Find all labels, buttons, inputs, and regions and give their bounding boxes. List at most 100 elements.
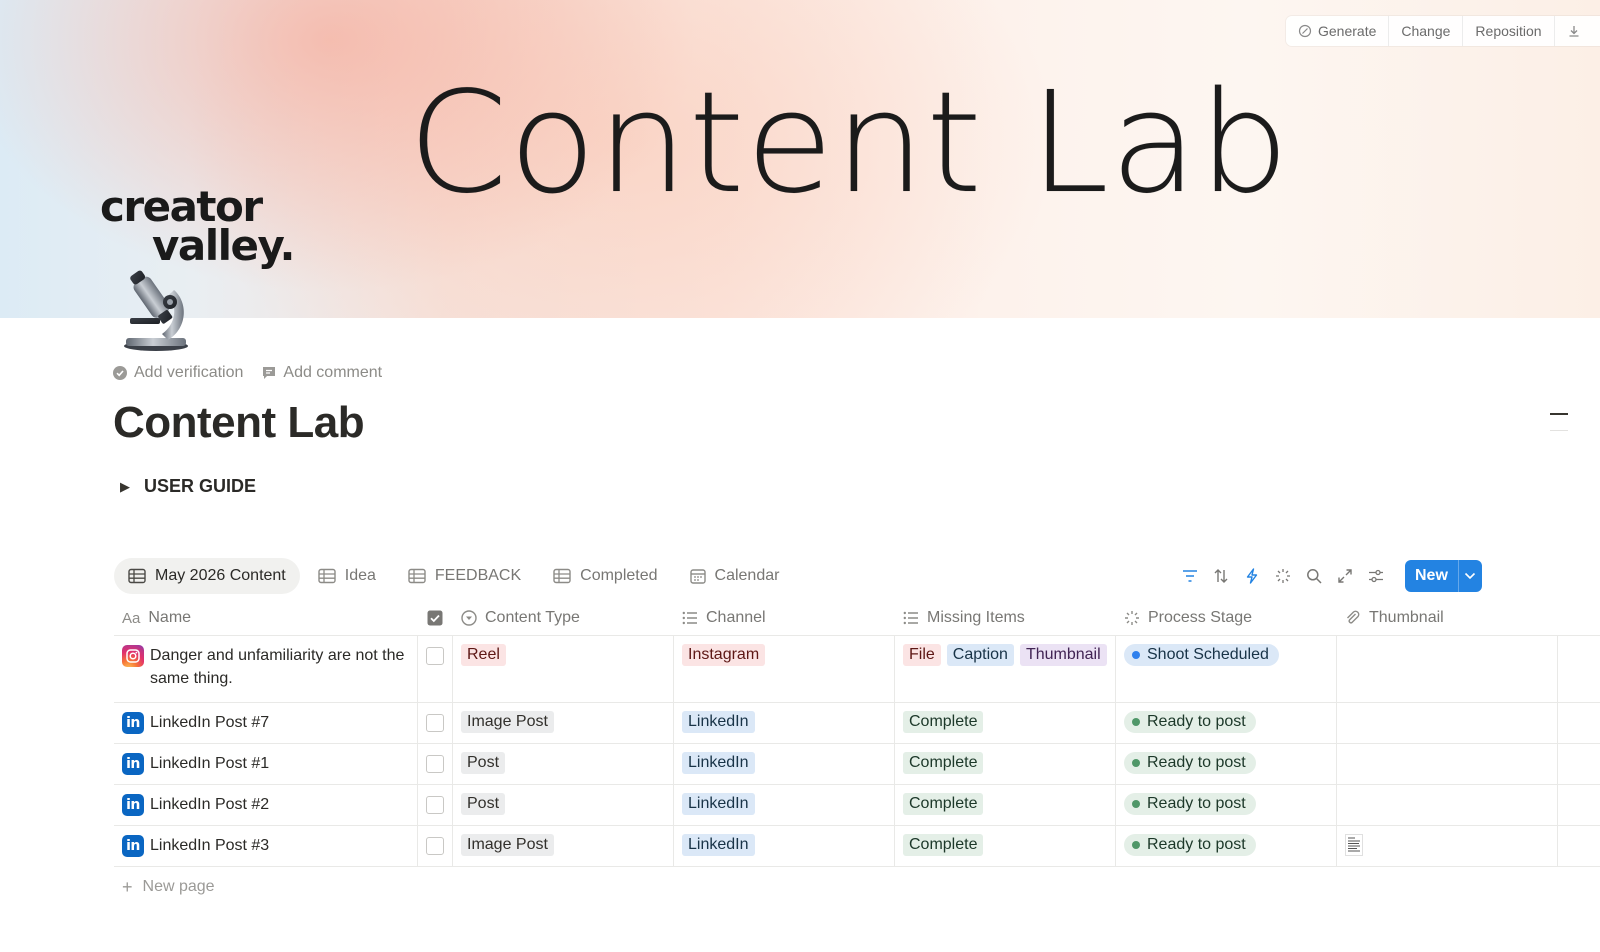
row-title: LinkedIn Post #2 bbox=[150, 796, 270, 813]
row-checkbox[interactable] bbox=[426, 796, 444, 814]
column-header-content-type[interactable]: Content Type bbox=[453, 600, 674, 636]
new-button[interactable]: New bbox=[1405, 560, 1482, 592]
change-label: Change bbox=[1401, 23, 1451, 39]
content-type-cell[interactable]: Post bbox=[453, 744, 674, 784]
status-badge: Ready to post bbox=[1124, 793, 1256, 815]
table-row[interactable]: Danger and unfamiliarity are not the sam… bbox=[114, 636, 1600, 703]
row-title: LinkedIn Post #3 bbox=[150, 837, 270, 854]
table-row[interactable]: in LinkedIn Post #2 Post LinkedIn Comple… bbox=[114, 785, 1600, 826]
download-cover-button[interactable] bbox=[1555, 16, 1593, 46]
new-page-button[interactable]: + New page bbox=[114, 867, 1600, 907]
linkedin-icon: in bbox=[122, 712, 144, 734]
user-guide-toggle[interactable]: ▶ USER GUIDE bbox=[120, 476, 256, 497]
ai-icon[interactable] bbox=[1273, 561, 1293, 591]
column-header-process-stage[interactable]: Process Stage bbox=[1116, 600, 1337, 636]
status-label: Ready to post bbox=[1147, 795, 1246, 812]
content-type-cell[interactable]: Image Post bbox=[453, 826, 674, 866]
name-cell[interactable]: in LinkedIn Post #3 bbox=[114, 826, 418, 866]
content-type-cell[interactable]: Post bbox=[453, 785, 674, 825]
content-type-cell[interactable]: Image Post bbox=[453, 703, 674, 743]
column-header-more[interactable] bbox=[1558, 600, 1600, 636]
new-page-label: New page bbox=[142, 878, 215, 895]
search-icon[interactable] bbox=[1304, 561, 1324, 591]
new-button-label: New bbox=[1415, 567, 1448, 584]
missing-items-cell[interactable]: File Caption Thumbnail bbox=[895, 636, 1116, 702]
sort-icon[interactable] bbox=[1211, 561, 1231, 591]
status-badge: Ready to post bbox=[1124, 834, 1256, 856]
generate-label: Generate bbox=[1318, 23, 1377, 39]
settings-icon[interactable] bbox=[1366, 561, 1386, 591]
process-stage-cell[interactable]: Ready to post bbox=[1116, 703, 1337, 743]
comment-icon bbox=[263, 367, 276, 379]
name-cell[interactable]: in LinkedIn Post #1 bbox=[114, 744, 418, 784]
column-header-channel[interactable]: Channel bbox=[674, 600, 895, 636]
process-stage-cell[interactable]: Shoot Scheduled bbox=[1116, 636, 1337, 702]
thumbnail-cell[interactable] bbox=[1337, 744, 1558, 784]
microscope-icon[interactable] bbox=[118, 262, 198, 354]
view-tab-label: FEEDBACK bbox=[434, 567, 522, 584]
toggle-triangle-icon[interactable]: ▶ bbox=[120, 479, 130, 495]
channel-tag: LinkedIn bbox=[682, 711, 755, 733]
channel-cell[interactable]: LinkedIn bbox=[674, 826, 895, 866]
add-comment-button[interactable]: Add comment bbox=[261, 364, 382, 382]
row-checkbox[interactable] bbox=[426, 714, 444, 732]
thumbnail-cell[interactable] bbox=[1337, 785, 1558, 825]
filter-icon[interactable] bbox=[1180, 561, 1200, 591]
reposition-cover-button[interactable]: Reposition bbox=[1463, 16, 1555, 46]
channel-cell[interactable]: LinkedIn bbox=[674, 785, 895, 825]
row-checkbox[interactable] bbox=[426, 647, 444, 665]
table-row[interactable]: in LinkedIn Post #1 Post LinkedIn Comple… bbox=[114, 744, 1600, 785]
row-checkbox[interactable] bbox=[426, 837, 444, 855]
table-row[interactable]: in LinkedIn Post #3 Image Post LinkedIn … bbox=[114, 826, 1600, 867]
change-cover-button[interactable]: Change bbox=[1389, 16, 1464, 46]
chevron-down-icon[interactable] bbox=[1457, 560, 1482, 592]
name-cell[interactable]: Danger and unfamiliarity are not the sam… bbox=[114, 636, 418, 702]
process-stage-cell[interactable]: Ready to post bbox=[1116, 744, 1337, 784]
linkedin-icon: in bbox=[122, 835, 144, 857]
calendar-icon bbox=[689, 569, 706, 584]
outline-indicator[interactable] bbox=[1550, 413, 1568, 415]
thumbnail-cell[interactable] bbox=[1337, 826, 1558, 866]
column-header-thumbnail[interactable]: Thumbnail bbox=[1337, 600, 1558, 636]
thumbnail-cell[interactable] bbox=[1337, 703, 1558, 743]
view-tab-may-2026-content[interactable]: May 2026 Content bbox=[114, 558, 300, 594]
column-label: Name bbox=[148, 609, 192, 626]
channel-cell[interactable]: Instagram bbox=[674, 636, 895, 702]
brand-line-2: valley. bbox=[152, 220, 295, 270]
view-tab-completed[interactable]: Completed bbox=[539, 558, 671, 594]
thumbnail-preview-icon[interactable] bbox=[1345, 834, 1363, 856]
thumbnail-cell[interactable] bbox=[1337, 636, 1558, 702]
process-stage-cell[interactable]: Ready to post bbox=[1116, 826, 1337, 866]
column-header-missing-items[interactable]: Missing Items bbox=[895, 600, 1116, 636]
view-tab-feedback[interactable]: FEEDBACK bbox=[394, 558, 535, 594]
column-header-name[interactable]: Aa Name bbox=[114, 600, 418, 636]
name-cell[interactable]: in LinkedIn Post #7 bbox=[114, 703, 418, 743]
expand-icon[interactable] bbox=[1335, 561, 1355, 591]
view-tab-idea[interactable]: Idea bbox=[304, 558, 390, 594]
add-verification-button[interactable]: Add verification bbox=[112, 364, 243, 382]
add-comment-label: Add comment bbox=[283, 364, 383, 381]
column-header-checkbox[interactable] bbox=[418, 600, 453, 636]
view-tab-calendar[interactable]: Calendar bbox=[676, 558, 794, 594]
generate-cover-button[interactable]: Generate bbox=[1286, 16, 1390, 46]
name-cell[interactable]: in LinkedIn Post #2 bbox=[114, 785, 418, 825]
page-title[interactable]: Content Lab bbox=[113, 398, 365, 448]
brand-logo: creator valley. bbox=[100, 186, 310, 270]
content-type-tag: Post bbox=[461, 752, 506, 774]
automation-icon[interactable] bbox=[1242, 561, 1262, 591]
channel-cell[interactable]: LinkedIn bbox=[674, 703, 895, 743]
database-views: May 2026 Content Idea FEEDBACK Completed… bbox=[114, 558, 793, 594]
row-checkbox[interactable] bbox=[426, 755, 444, 773]
column-label: Thumbnail bbox=[1369, 609, 1444, 626]
missing-items-cell[interactable]: Complete bbox=[895, 744, 1116, 784]
table-row[interactable]: in LinkedIn Post #7 Image Post LinkedIn … bbox=[114, 703, 1600, 744]
missing-items-cell[interactable]: Complete bbox=[895, 703, 1116, 743]
database-table: Aa Name Content Type Channel Missing Ite… bbox=[114, 600, 1600, 907]
table-icon bbox=[408, 568, 426, 584]
process-stage-cell[interactable]: Ready to post bbox=[1116, 785, 1337, 825]
missing-items-cell[interactable]: Complete bbox=[895, 826, 1116, 866]
status-icon bbox=[1125, 611, 1139, 625]
missing-items-cell[interactable]: Complete bbox=[895, 785, 1116, 825]
channel-cell[interactable]: LinkedIn bbox=[674, 744, 895, 784]
content-type-cell[interactable]: Reel bbox=[453, 636, 674, 702]
